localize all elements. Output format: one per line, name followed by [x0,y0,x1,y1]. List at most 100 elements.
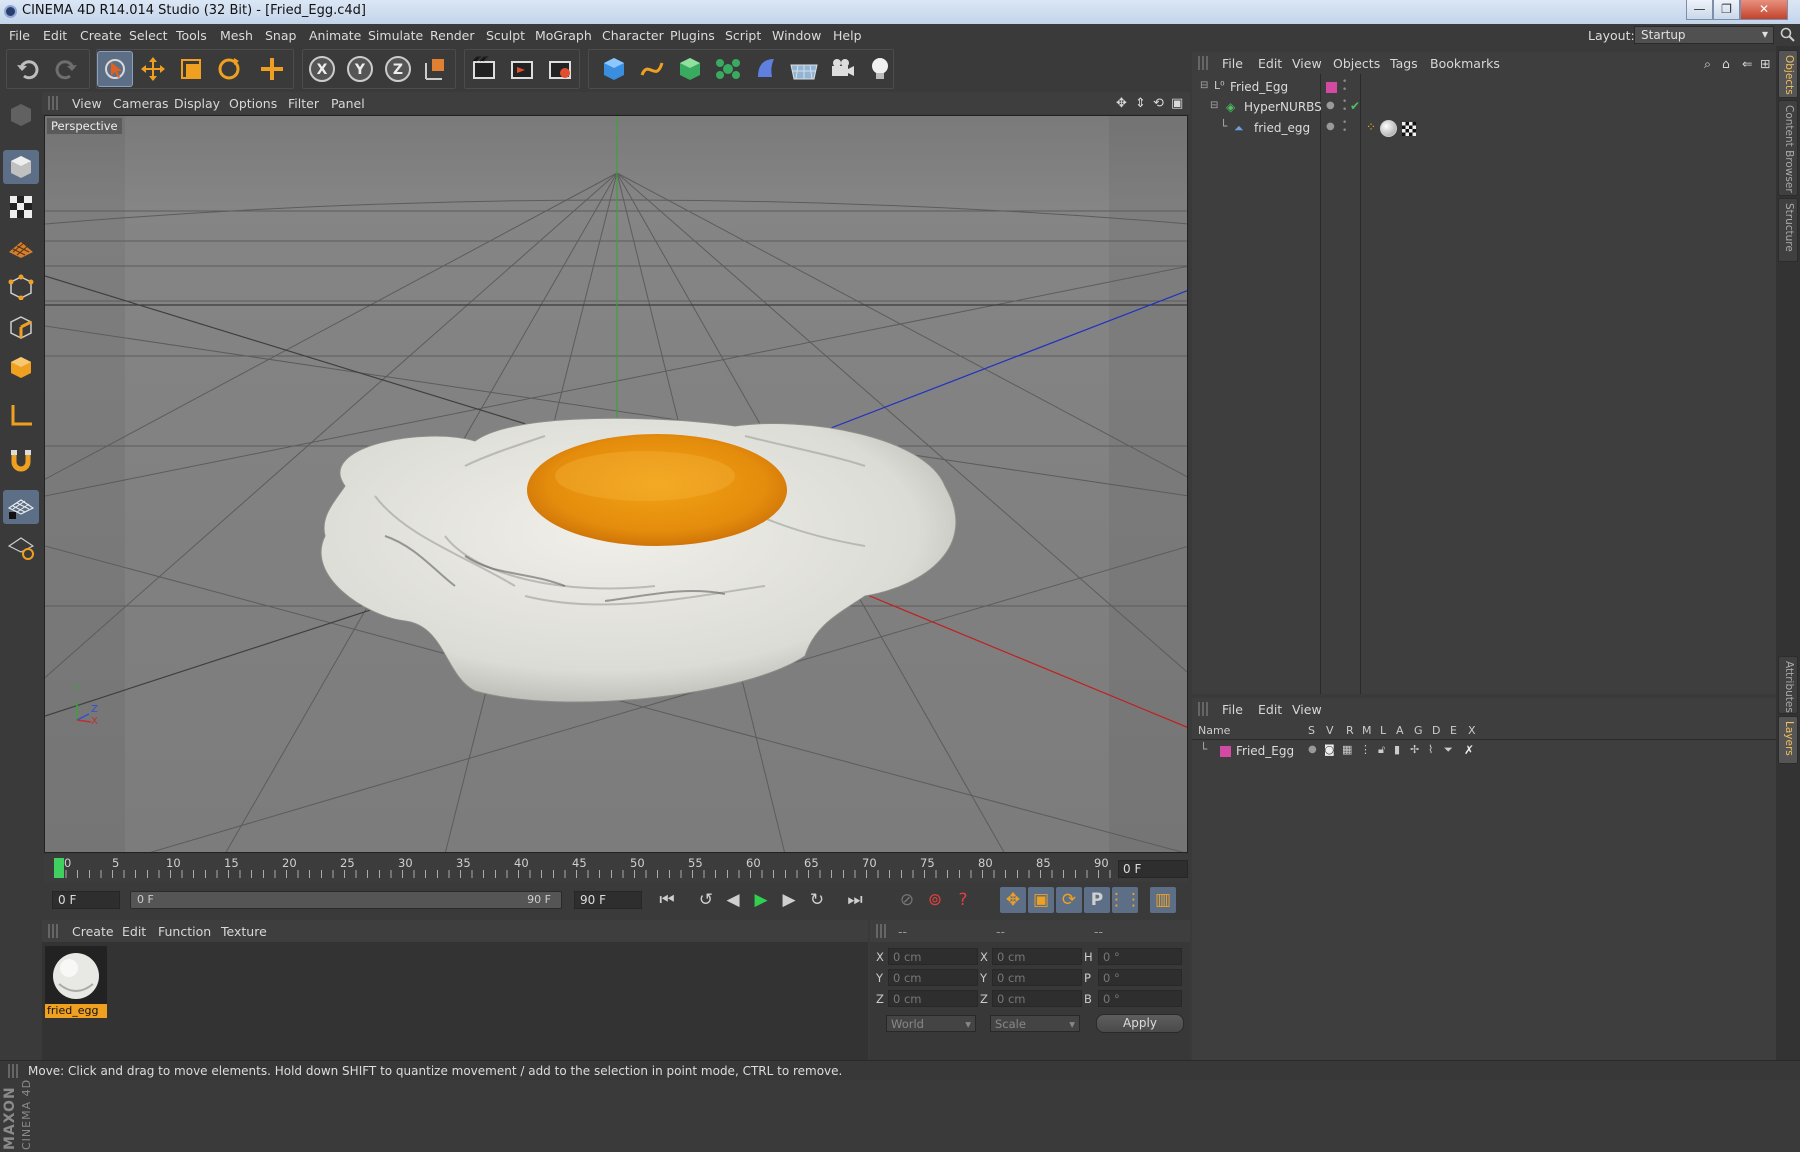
make-editable-icon[interactable] [3,98,39,132]
menu-character[interactable]: Character [602,28,664,43]
menu-select[interactable]: Select [129,28,168,43]
object-menu-objects[interactable]: Objects [1333,56,1380,71]
editor-visibility-dot[interactable]: ● [1326,100,1335,111]
layer-menu-view[interactable]: View [1292,702,1322,717]
object-name[interactable]: HyperNURBS [1244,100,1322,114]
col-xref[interactable]: X [1468,724,1476,737]
frame-range-slider[interactable]: 0 F 90 F [130,891,562,909]
spline-object-icon[interactable] [634,51,670,87]
next-key-icon[interactable]: ↻ [804,887,830,913]
layer-name[interactable]: Fried_Egg [1236,744,1294,758]
y-axis-lock-icon[interactable]: Y [342,51,378,87]
live-selection-icon[interactable] [254,51,290,87]
polygons-mode-icon[interactable] [3,350,39,384]
dolly-view-icon[interactable]: ⇕ [1135,96,1146,111]
coord-system-dropdown[interactable]: World ▾ [886,1015,976,1032]
viewport-menu-filter[interactable]: Filter [288,96,319,111]
col-animation[interactable]: A [1396,724,1404,737]
pos-y-field[interactable]: 0 cm [888,969,978,986]
rot-b-field[interactable]: 0 ° [1098,990,1182,1007]
search-icon[interactable] [1780,27,1796,43]
coordinate-system-icon[interactable] [418,51,454,87]
redo-icon[interactable] [48,51,84,87]
col-expressions[interactable]: E [1450,724,1457,737]
light-object-icon[interactable] [862,51,898,87]
menu-simulate[interactable]: Simulate [368,28,423,43]
col-deformers[interactable]: D [1432,724,1440,737]
render-icon[interactable]: ▦ [1342,743,1352,756]
tab-attributes[interactable]: Attributes [1778,656,1798,714]
menu-render[interactable]: Render [430,28,475,43]
tab-structure[interactable]: Structure [1778,198,1798,262]
deformer-icon[interactable] [748,51,784,87]
object-name[interactable]: fried_egg [1254,121,1310,135]
move-tool-icon[interactable] [135,51,171,87]
timeline-ruler[interactable]: 0 5 10 15 20 25 30 35 40 45 50 55 60 65 … [44,854,1188,882]
phong-tag-icon[interactable]: ⁘ [1366,120,1376,134]
viewport-perspective[interactable]: Perspective Y Z X [44,115,1188,853]
close-button[interactable]: ✕ [1740,0,1788,20]
camera-object-icon[interactable] [824,51,860,87]
cube-object-icon[interactable] [596,51,632,87]
solo-dot[interactable]: ● [1308,744,1317,755]
manager-icon[interactable]: ⋮ [1360,743,1371,756]
material-swatch[interactable]: fried_egg [45,946,107,1018]
pan-view-icon[interactable]: ✥ [1116,96,1127,111]
layer-menu-file[interactable]: File [1222,702,1243,717]
material-menu-function[interactable]: Function [158,924,211,939]
go-to-start-icon[interactable]: ⏮ [654,887,680,913]
panel-grip[interactable] [48,924,58,938]
material-menu-texture[interactable]: Texture [221,924,267,939]
object-row[interactable]: ⊟ ◈ HyperNURBS ● • • ✔ [1192,98,1776,119]
tab-layers[interactable]: Layers [1778,716,1798,764]
viewport-menu-display[interactable]: Display [174,96,220,111]
rotate-tool-icon[interactable] [211,51,247,87]
menu-snap[interactable]: Snap [265,28,296,43]
menu-animate[interactable]: Animate [309,28,361,43]
back-icon[interactable]: ⇐ [1742,56,1752,71]
key-scale-icon[interactable]: ▣ [1028,887,1054,913]
start-frame-field[interactable]: 0 F [52,891,120,909]
rot-p-field[interactable]: 0 ° [1098,969,1182,986]
maximize-button[interactable]: ❐ [1713,0,1740,20]
menu-window[interactable]: Window [772,28,821,43]
size-mode-dropdown[interactable]: Scale ▾ [990,1015,1080,1032]
viewport-menu-options[interactable]: Options [229,96,277,111]
pos-x-field[interactable]: 0 cm [888,948,978,965]
locked-workplane-icon[interactable] [3,490,39,524]
panel-grip[interactable] [1198,56,1208,70]
snapping-magnet-icon[interactable] [3,444,39,478]
menu-script[interactable]: Script [725,28,761,43]
layer-row[interactable]: └ Fried_Egg ● ◙ ▦ ⋮ 🔓︎ ▮ ✢ ⌇ ⏷ ✗ [1192,742,1776,763]
col-solo[interactable]: S [1308,724,1315,737]
pos-z-field[interactable]: 0 cm [888,990,978,1007]
points-mode-icon[interactable] [3,270,39,304]
col-render[interactable]: R [1346,724,1354,737]
apply-button[interactable]: Apply [1096,1014,1184,1033]
key-position-icon[interactable]: ✥ [1000,887,1026,913]
object-menu-tags[interactable]: Tags [1390,56,1418,71]
object-menu-bookmarks[interactable]: Bookmarks [1430,56,1500,71]
col-view[interactable]: V [1326,724,1334,737]
material-tag-icon[interactable] [1380,120,1397,137]
menu-plugins[interactable]: Plugins [670,28,715,43]
model-mode-icon[interactable] [3,150,39,184]
play-icon[interactable]: ▶ [748,887,774,913]
viewport-menu-cameras[interactable]: Cameras [113,96,169,111]
timeline-layout-icon[interactable]: ▥ [1150,887,1176,913]
floor-object-icon[interactable] [786,51,822,87]
col-generators[interactable]: G [1414,724,1423,737]
collapse-icon[interactable]: ⊟ [1200,80,1208,91]
enabled-check-icon[interactable]: ✔ [1350,99,1360,113]
panel-grip[interactable] [876,924,886,938]
new-window-icon[interactable]: ⊞ [1760,56,1770,71]
keyframe-selection-icon[interactable]: ? [950,887,976,913]
viewport-canvas[interactable] [45,116,1188,853]
next-frame-icon[interactable]: ▶ [776,887,802,913]
lock-icon[interactable]: 🔓︎ [1378,743,1385,757]
workplane-mode-icon[interactable] [3,230,39,264]
visibility-dots[interactable]: • • [1342,98,1347,115]
render-settings-icon[interactable] [542,51,578,87]
search-icon[interactable]: ⌕ [1704,56,1711,72]
object-menu-file[interactable]: File [1222,56,1243,71]
